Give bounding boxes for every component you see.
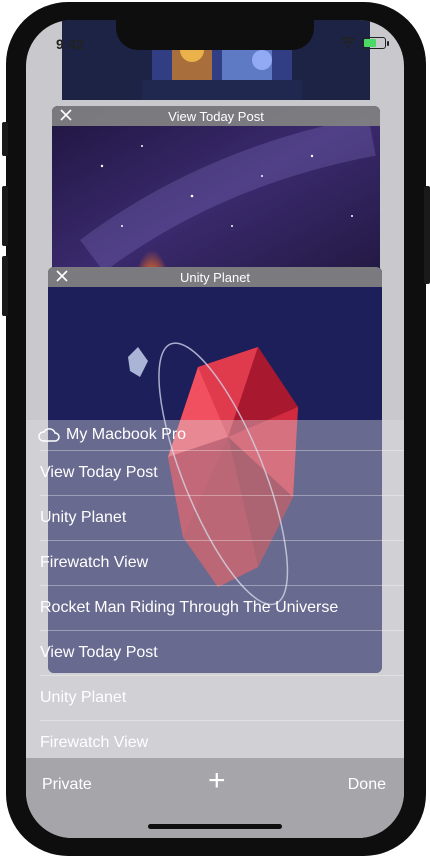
power-button [424,186,430,284]
close-icon[interactable] [55,269,69,283]
mute-switch [2,122,8,156]
section-title: My Macbook Pro [66,426,187,443]
battery-icon [362,37,389,49]
card-header: Unity Planet [48,267,382,287]
add-tab-button[interactable]: + [208,766,226,796]
list-item[interactable]: View Today Post [40,450,404,495]
list-item[interactable]: Rocket Man Riding Through The Universe [40,585,404,630]
list-item[interactable]: Unity Planet [40,675,404,720]
list-item[interactable]: View Today Post [40,630,404,675]
private-button[interactable]: Private [42,776,92,794]
done-button[interactable]: Done [348,776,386,794]
card-title: Unity Planet [179,269,251,285]
list-item[interactable]: Firewatch View [40,540,404,585]
section-header: My Macbook Pro [38,426,186,444]
close-icon[interactable] [59,108,73,122]
bottom-toolbar: Private + Done [26,758,404,838]
notch [116,20,314,50]
home-indicator[interactable] [148,824,282,829]
volume-up-button [2,186,8,246]
card-thumbnail-galaxy [52,106,380,290]
status-time: 9:42 [56,36,85,52]
screen: 9:42 View Today Post Unity Planet My Mac… [26,20,404,838]
tab-card-view-today-post[interactable]: View Today Post [52,106,380,290]
cloud-icon [38,428,60,442]
card-header: View Today Post [52,106,380,126]
volume-down-button [2,256,8,316]
card-title: View Today Post [168,108,264,124]
status-icons [340,37,389,49]
synced-tab-list: View Today Post Unity Planet Firewatch V… [26,450,404,765]
wifi-icon [340,37,356,49]
list-item[interactable]: Unity Planet [40,495,404,540]
